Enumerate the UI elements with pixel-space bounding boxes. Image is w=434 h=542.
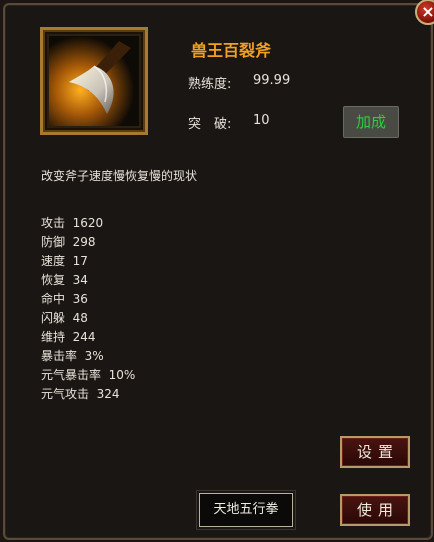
use-button[interactable]: 使用 [340, 494, 410, 526]
stat-row: 维持 244 [41, 330, 96, 344]
close-icon[interactable]: × [415, 0, 434, 25]
stat-row: 暴击率 3% [41, 349, 104, 363]
stat-row: 元气暴击率 10% [41, 368, 136, 382]
stat-row: 攻击 1620 [41, 216, 104, 230]
item-description: 改变斧子速度慢恢复慢的现状 [41, 169, 198, 183]
axe-icon [49, 36, 139, 126]
stat-row: 恢复 34 [41, 273, 88, 287]
settings-button[interactable]: 设置 [340, 436, 410, 468]
proficiency-label: 熟练度: [188, 77, 232, 92]
upgrade-button[interactable]: 加成 [343, 106, 399, 138]
stats-list: 攻击 1620 防御 298 速度 17 恢复 34 命中 36 闪躲 48 维… [41, 214, 135, 404]
item-name: 兽王百裂斧 [191, 41, 272, 60]
item-icon-frame [40, 27, 148, 135]
skill-button[interactable]: 天地五行拳 [196, 490, 296, 530]
break-value: 10 [253, 113, 270, 128]
stat-row: 元气攻击 324 [41, 387, 120, 401]
stat-row: 命中 36 [41, 292, 88, 306]
proficiency-value: 99.99 [253, 73, 291, 88]
stat-row: 防御 298 [41, 235, 96, 249]
item-detail-panel: 兽王百裂斧 熟练度: 99.99 突 破: 10 加成 改变斧子速度慢恢复慢的现… [3, 0, 434, 540]
break-label: 突 破: [188, 117, 232, 132]
stat-row: 闪躲 48 [41, 311, 88, 325]
stat-row: 速度 17 [41, 254, 88, 268]
